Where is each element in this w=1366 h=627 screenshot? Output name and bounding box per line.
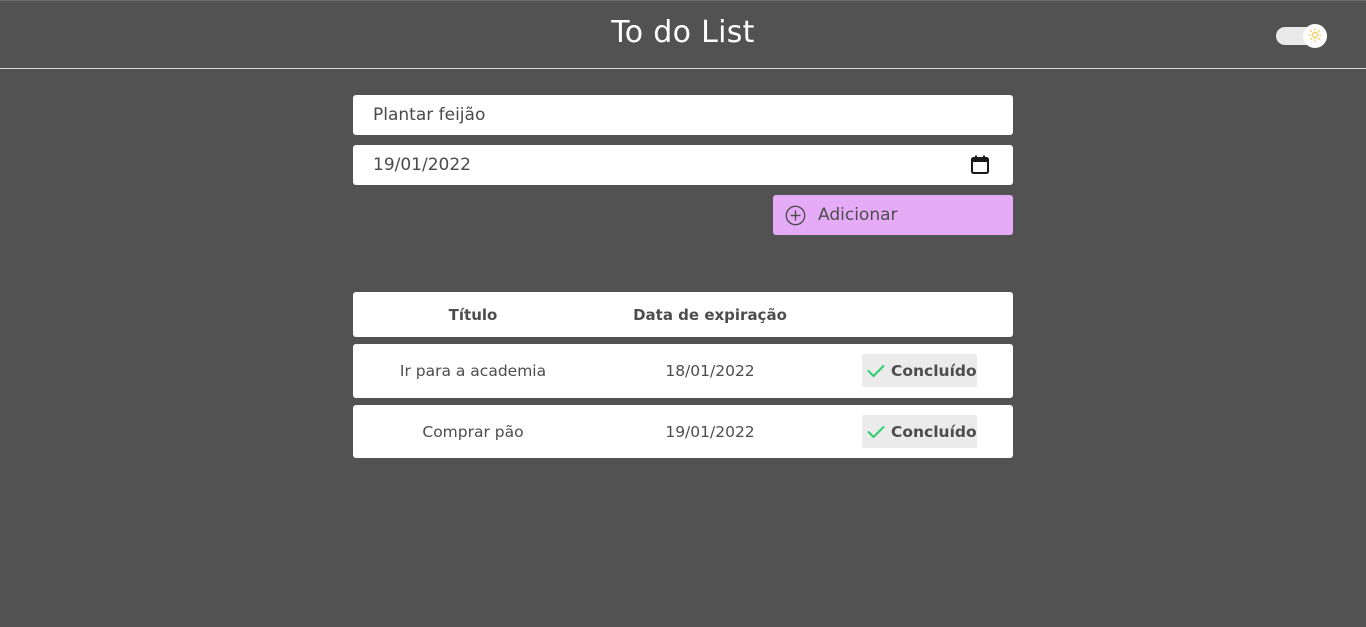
expiration-date-input[interactable]: 19/01/2022 xyxy=(353,145,1013,185)
expiration-date-value: 19/01/2022 xyxy=(373,155,471,175)
row-date: 19/01/2022 xyxy=(665,422,755,441)
task-title-input[interactable]: Plantar feijão xyxy=(353,95,1013,135)
row-title: Comprar pão xyxy=(422,422,524,441)
add-task-button[interactable]: Adicionar xyxy=(773,195,1013,235)
table-header: Título Data de expiração xyxy=(353,292,1013,337)
check-icon xyxy=(867,425,885,439)
table-row: Ir para a academia 18/01/2022 Concluído xyxy=(353,344,1013,398)
complete-button[interactable]: Concluído xyxy=(862,415,977,448)
row-title: Ir para a academia xyxy=(399,362,547,380)
header-title: Título xyxy=(448,305,498,324)
add-task-label: Adicionar xyxy=(818,205,898,225)
complete-label: Concluído xyxy=(891,422,977,441)
toggle-knob[interactable] xyxy=(1303,24,1327,48)
header-date: Data de expiração xyxy=(633,305,787,324)
complete-button[interactable]: Concluído xyxy=(862,354,977,387)
app-header: To do List xyxy=(0,0,1366,69)
complete-label: Concluído xyxy=(891,361,977,380)
sun-icon xyxy=(1308,27,1322,46)
theme-toggle[interactable] xyxy=(1276,24,1327,48)
calendar-icon[interactable] xyxy=(971,155,989,179)
table-row: Comprar pão 19/01/2022 Concluído xyxy=(353,405,1013,458)
plus-circle-icon xyxy=(785,205,806,226)
page-title: To do List xyxy=(611,15,755,50)
check-icon xyxy=(867,364,885,378)
row-date: 18/01/2022 xyxy=(665,362,755,380)
task-title-value: Plantar feijão xyxy=(373,105,486,125)
